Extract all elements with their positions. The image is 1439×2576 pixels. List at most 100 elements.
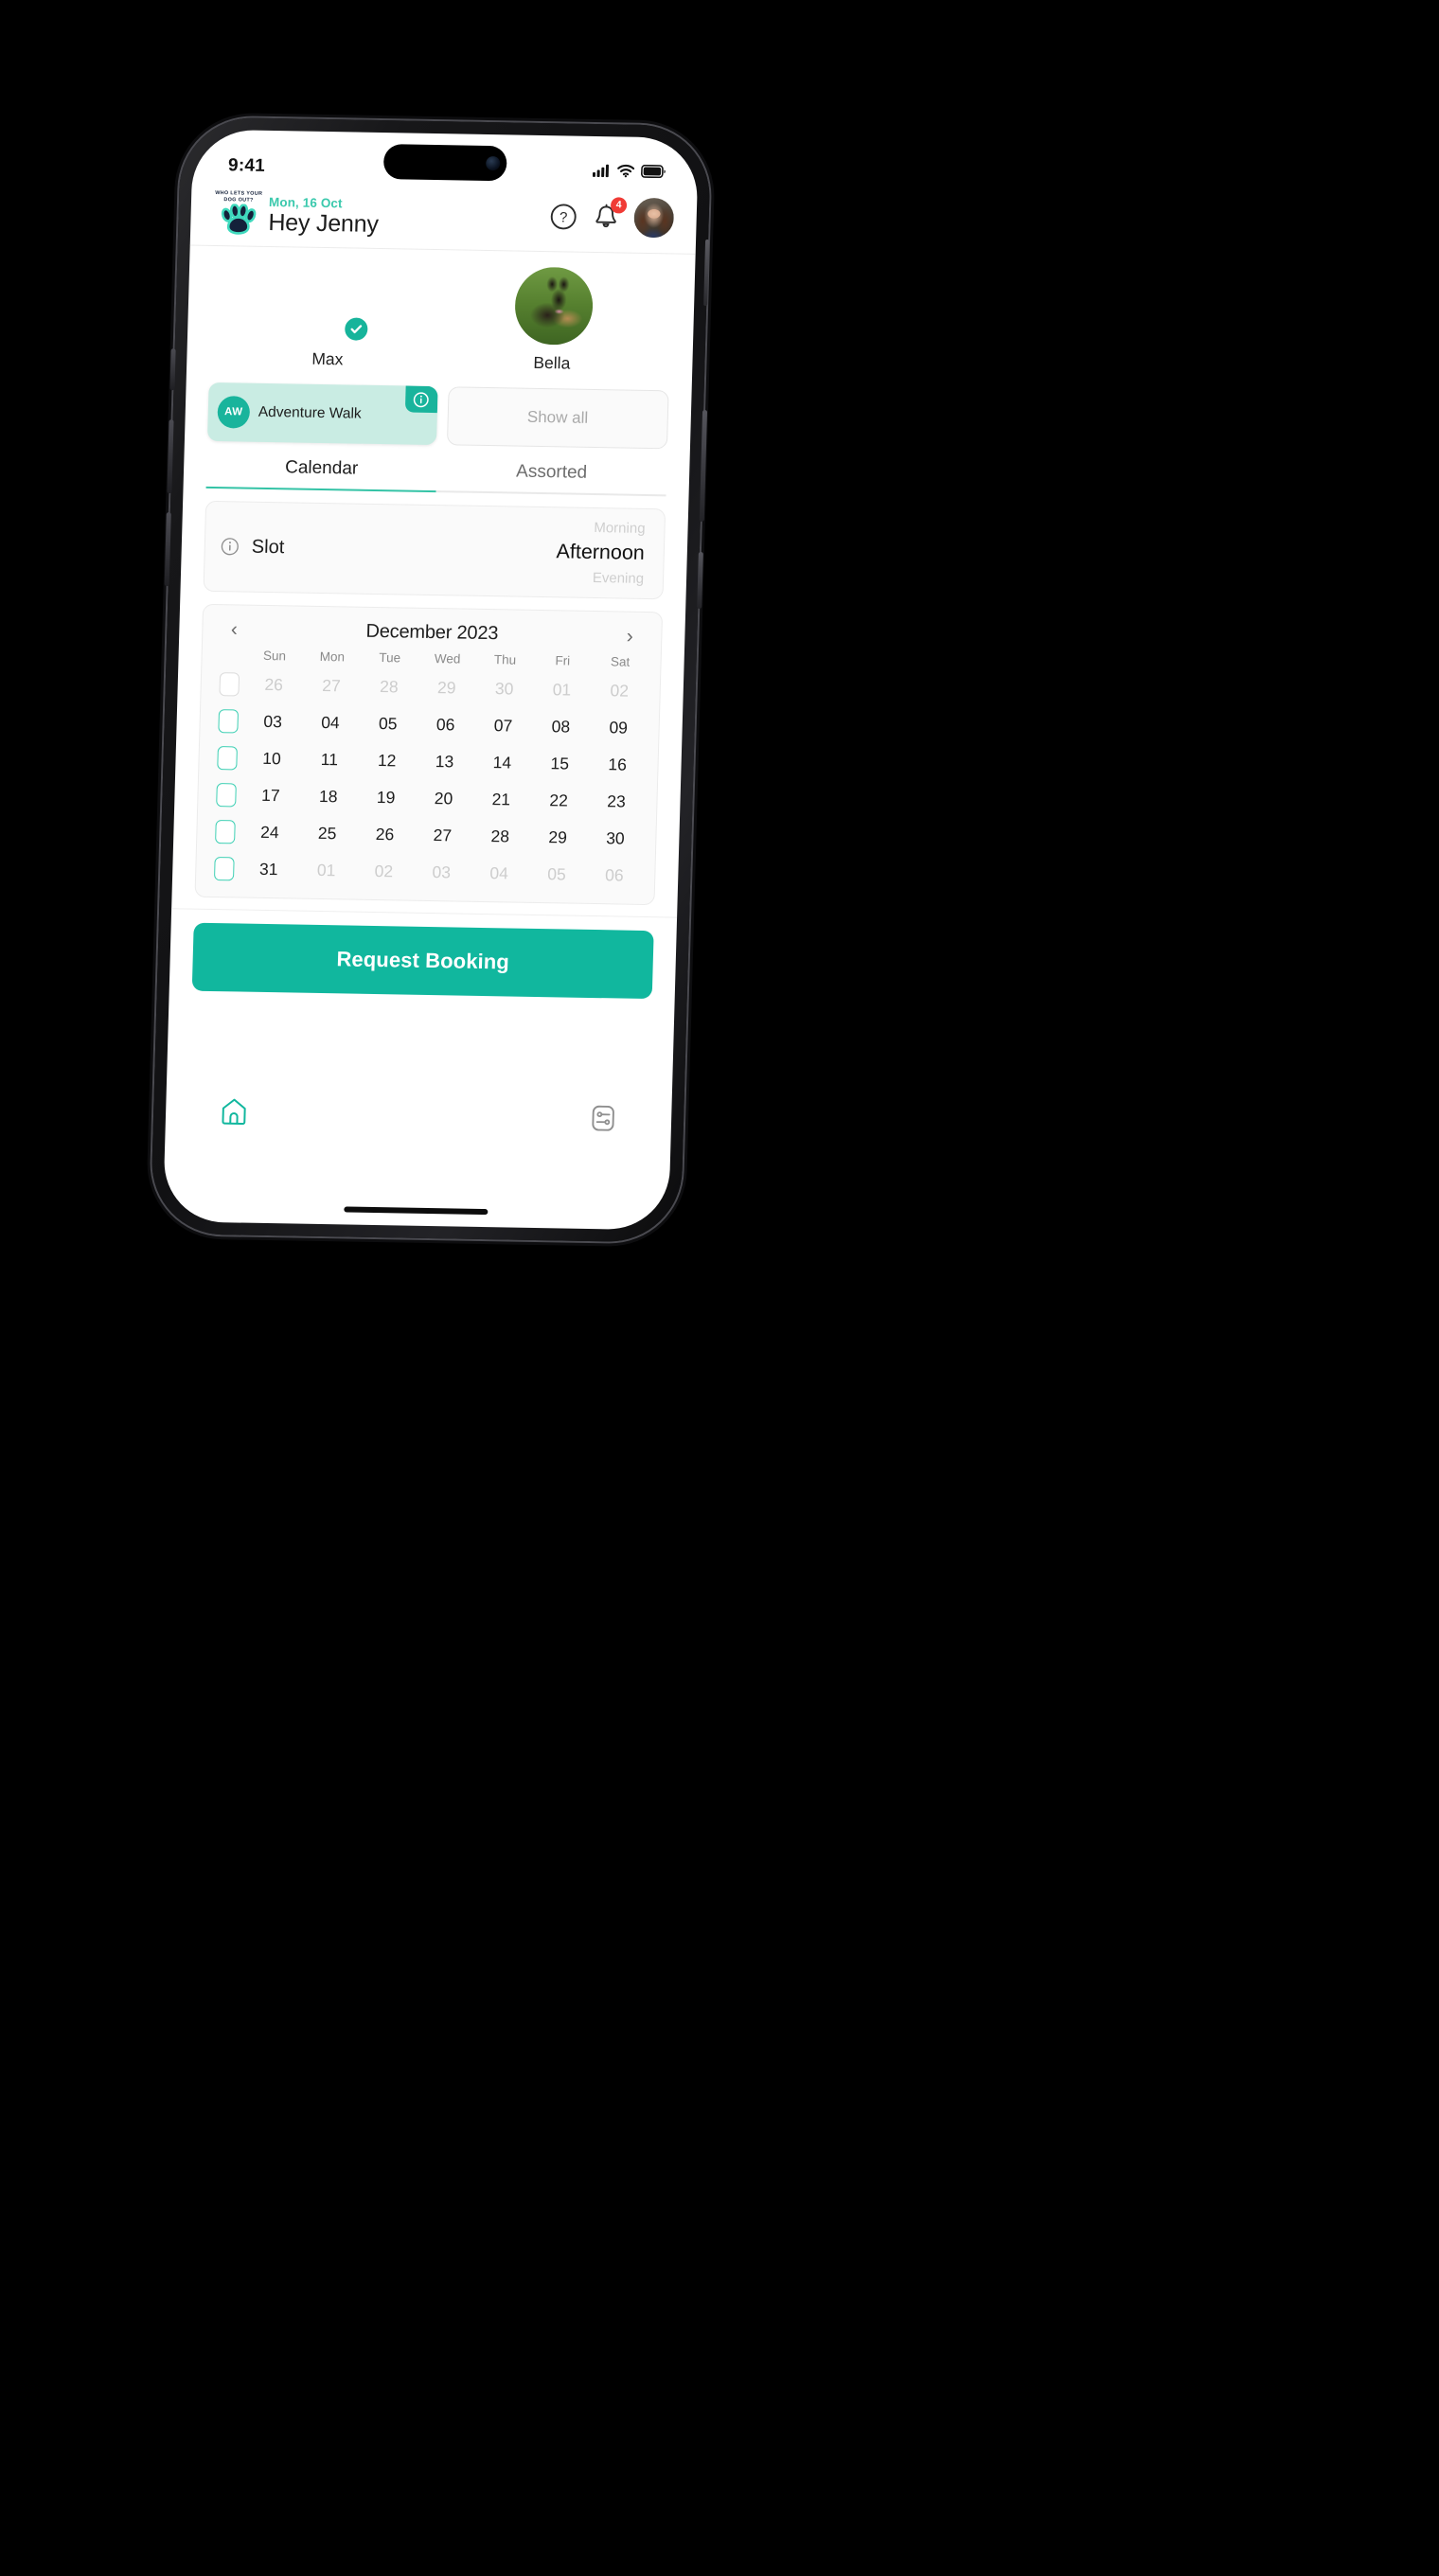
calendar-day-cell[interactable]: 04 — [301, 704, 360, 742]
calendar-title: December 2023 — [365, 620, 499, 645]
service-chip-adventure-walk[interactable]: AW Adventure Walk — [206, 382, 438, 446]
app-logo: Who lets your dog out? — [213, 190, 263, 237]
slot-option-evening[interactable]: Evening — [593, 566, 645, 589]
calendar-day-cell[interactable]: 15 — [530, 745, 589, 783]
request-booking-button[interactable]: Request Booking — [191, 922, 654, 1000]
calendar-day-cell[interactable]: 14 — [472, 744, 531, 782]
service-initials-avatar: AW — [217, 396, 251, 429]
show-all-services-button[interactable]: Show all — [446, 386, 669, 450]
calendar-day-cell: 27 — [322, 676, 342, 696]
calendar-day-cell[interactable]: 16 — [588, 746, 647, 784]
nav-home-button[interactable] — [215, 1093, 254, 1131]
slot-picker-card[interactable]: Slot Morning Afternoon Evening — [203, 500, 666, 600]
calendar-day-cell[interactable]: 21 — [471, 781, 530, 819]
calendar-day-cell[interactable]: 17 — [241, 777, 300, 815]
calendar-day-cell[interactable]: 18 — [299, 778, 358, 816]
logo-tagline: Who lets your dog out? — [215, 190, 262, 204]
pet-card-max[interactable]: Max — [261, 262, 397, 370]
weekday-label: Sat — [610, 654, 631, 669]
calendar-day-cell[interactable]: 13 — [416, 743, 474, 781]
calendar-day-cell[interactable]: 12 — [358, 742, 417, 780]
notification-badge: 4 — [610, 197, 628, 214]
weekday-label: Wed — [434, 651, 461, 666]
avatar[interactable] — [633, 197, 675, 239]
calendar-day-cell[interactable]: 30 — [586, 820, 645, 858]
page-title: Hey Jenny — [268, 208, 380, 238]
calendar-day-cell: 02 — [610, 681, 630, 701]
nav-settings-button[interactable] — [584, 1099, 623, 1138]
info-circle-icon[interactable] — [221, 537, 240, 556]
paw-print-icon — [221, 204, 257, 235]
week-select-checkbox-cell — [210, 746, 243, 771]
week-select-checkbox[interactable] — [214, 820, 236, 844]
calendar-day-cell[interactable]: 28 — [471, 818, 529, 856]
week-select-checkbox[interactable] — [213, 857, 235, 881]
week-select-checkbox[interactable] — [216, 746, 238, 771]
calendar-day-cell[interactable]: 31 — [240, 851, 298, 889]
phone-mockup: 9:41 WHO LETS YOUR DOG OUT? Mon, 16 Oct … — [150, 116, 712, 1243]
slot-label: Slot — [251, 536, 285, 558]
brand-and-greeting: Who lets your dog out? — [213, 190, 380, 239]
power-button[interactable] — [699, 409, 708, 523]
calendar-day-cell[interactable]: 27 — [413, 817, 471, 855]
logo-tagline-line2: dog out? — [223, 196, 254, 204]
calendar-prev-month-button[interactable]: ‹ — [223, 618, 245, 640]
week-select-checkbox-cell — [212, 672, 245, 697]
wifi-icon — [617, 164, 635, 182]
mute-switch[interactable] — [169, 348, 176, 391]
svg-text:?: ? — [559, 209, 567, 225]
slot-option-afternoon[interactable]: Afternoon — [556, 539, 645, 568]
calendar-day-cell[interactable]: 11 — [300, 741, 359, 779]
calendar-day-cell[interactable]: 08 — [531, 708, 590, 746]
weekday-label: Tue — [379, 650, 401, 666]
weekday-label: Fri — [555, 653, 571, 668]
calendar-day-cell[interactable]: 23 — [587, 783, 646, 821]
calendar-day-cells: 31 01 02 03 04 05 06 — [240, 851, 644, 895]
battery-icon — [641, 164, 666, 182]
calendar-day-cell[interactable]: 09 — [589, 709, 648, 747]
slot-options-wheel[interactable]: Morning Afternoon Evening — [283, 512, 646, 590]
calendar-day-cell[interactable]: 24 — [240, 814, 299, 852]
calendar-day-cell: 04 — [489, 863, 509, 883]
calendar-day-cell: 01 — [552, 680, 572, 700]
header-actions: ? 4 — [548, 196, 675, 243]
calendar-day-cell[interactable]: 05 — [359, 705, 417, 743]
bottom-navigation — [163, 990, 675, 1230]
calendar-next-month-button[interactable]: › — [619, 626, 641, 648]
calendar-day-cell[interactable]: 03 — [243, 703, 302, 741]
calendar-day-cell[interactable]: 22 — [529, 782, 588, 820]
show-all-label: Show all — [526, 407, 589, 427]
calendar-day-cell[interactable]: 25 — [298, 815, 357, 853]
calendar-day-cell[interactable]: 19 — [357, 779, 416, 817]
side-button-lower[interactable] — [697, 551, 703, 609]
help-button[interactable]: ? — [548, 202, 577, 231]
calendar-day-cell: 29 — [436, 678, 456, 698]
calendar-day-cell: 30 — [494, 679, 514, 699]
volume-up-button[interactable] — [167, 419, 174, 494]
calendar-day-cell[interactable]: 26 — [356, 816, 415, 854]
current-date: Mon, 16 Oct — [268, 194, 343, 211]
notifications-button[interactable]: 4 — [591, 197, 628, 232]
calendar-day-cell: 28 — [379, 677, 399, 697]
calendar-day-cell[interactable]: 20 — [415, 780, 473, 818]
dynamic-island — [382, 144, 507, 182]
week-select-checkbox[interactable] — [215, 783, 237, 808]
calendar-week-row: 31 01 02 03 04 05 06 — [207, 850, 644, 895]
tab-assorted[interactable]: Assorted — [435, 460, 667, 497]
calendar-day-cell[interactable]: 07 — [474, 707, 533, 745]
tab-calendar[interactable]: Calendar — [205, 455, 437, 493]
service-info-button[interactable] — [404, 385, 438, 414]
slot-option-morning[interactable]: Morning — [594, 517, 646, 540]
screenshot-stage: 9:41 WHO LETS YOUR DOG OUT? Mon, 16 Oct … — [0, 0, 1439, 2576]
pet-photo-bella — [513, 266, 594, 346]
calendar-card: ‹ December 2023 › Sun Mon Tue Wed Thu Fr… — [194, 603, 664, 906]
info-circle-icon — [413, 391, 429, 407]
calendar-day-cell[interactable]: 06 — [417, 706, 475, 744]
home-icon — [222, 1098, 246, 1125]
calendar-day-cell[interactable]: 29 — [528, 819, 587, 857]
volume-down-button[interactable] — [164, 512, 171, 587]
calendar-day-cell[interactable]: 10 — [242, 740, 301, 778]
app-header: Who lets your dog out? — [189, 184, 698, 255]
week-select-checkbox[interactable] — [217, 709, 239, 734]
pet-card-bella[interactable]: Bella — [486, 266, 621, 374]
